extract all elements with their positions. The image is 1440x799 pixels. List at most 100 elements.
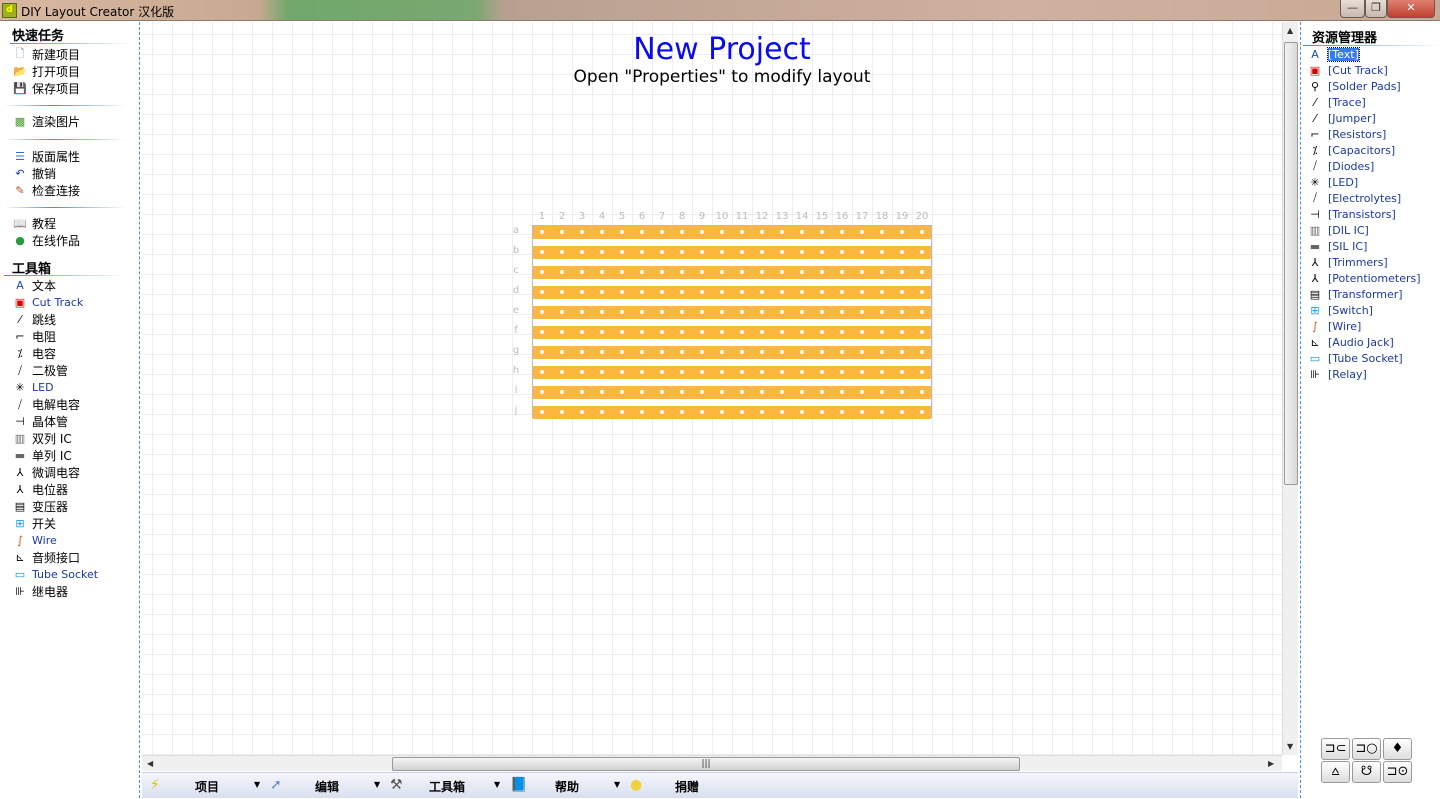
- hole[interactable]: [560, 350, 564, 354]
- hole[interactable]: [920, 270, 924, 274]
- minimize-button[interactable]: —: [1340, 0, 1365, 18]
- hole[interactable]: [600, 250, 604, 254]
- hole[interactable]: [740, 410, 744, 414]
- hole[interactable]: [880, 310, 884, 314]
- hole[interactable]: [700, 350, 704, 354]
- toolbox-item-transistor[interactable]: ⊣ 晶体管: [12, 413, 68, 430]
- hole[interactable]: [640, 410, 644, 414]
- hole[interactable]: [780, 290, 784, 294]
- hole[interactable]: [720, 290, 724, 294]
- hole[interactable]: [560, 310, 564, 314]
- tool-button[interactable]: ⊐⊂: [1321, 738, 1350, 760]
- resource-item-dil-ic[interactable]: ▥ [DIL IC]: [1307, 222, 1369, 238]
- hole[interactable]: [540, 370, 544, 374]
- toolbox-item-potentiometer[interactable]: ⅄ 电位器: [12, 481, 68, 498]
- hole[interactable]: [600, 370, 604, 374]
- hole[interactable]: [680, 390, 684, 394]
- hole[interactable]: [620, 330, 624, 334]
- hole[interactable]: [720, 410, 724, 414]
- hole[interactable]: [860, 310, 864, 314]
- hole[interactable]: [660, 390, 664, 394]
- hole[interactable]: [700, 230, 704, 234]
- hole[interactable]: [660, 230, 664, 234]
- hole[interactable]: [760, 370, 764, 374]
- hole[interactable]: [560, 250, 564, 254]
- hole[interactable]: [600, 330, 604, 334]
- toolbox-item-jumper[interactable]: ⁄ 跳线: [12, 311, 56, 328]
- horizontal-scrollbar[interactable]: ◀ ||| ▶: [142, 755, 1282, 771]
- resource-item-switch[interactable]: ⊞ [Switch]: [1307, 302, 1373, 318]
- hole[interactable]: [760, 270, 764, 274]
- hole[interactable]: [900, 310, 904, 314]
- hole[interactable]: [680, 270, 684, 274]
- hole[interactable]: [680, 410, 684, 414]
- hole[interactable]: [640, 390, 644, 394]
- hole[interactable]: [820, 390, 824, 394]
- resource-item-tube-socket[interactable]: ▭ [Tube Socket]: [1307, 350, 1403, 366]
- toolbar-menu-hammer[interactable]: ⚒ 工具箱 ▼: [382, 773, 502, 799]
- hole[interactable]: [780, 310, 784, 314]
- hole[interactable]: [840, 410, 844, 414]
- hole[interactable]: [800, 410, 804, 414]
- resource-item-trace[interactable]: ⁄ [Trace]: [1307, 94, 1366, 110]
- hole[interactable]: [860, 330, 864, 334]
- hole[interactable]: [880, 390, 884, 394]
- dropdown-arrow-icon[interactable]: ▼: [254, 780, 260, 789]
- hole[interactable]: [840, 390, 844, 394]
- hole[interactable]: [800, 290, 804, 294]
- quick-task-undo[interactable]: ↶ 撤销: [12, 165, 56, 182]
- hole[interactable]: [840, 350, 844, 354]
- hole[interactable]: [760, 290, 764, 294]
- hole[interactable]: [680, 370, 684, 374]
- hole[interactable]: [680, 250, 684, 254]
- horizontal-scroll-thumb[interactable]: |||: [392, 757, 1020, 771]
- hole[interactable]: [560, 290, 564, 294]
- hole[interactable]: [860, 390, 864, 394]
- toolbox-item-text[interactable]: A 文本: [12, 277, 56, 294]
- toolbox-item-trimmer[interactable]: ⅄ 微调电容: [12, 464, 80, 481]
- resource-item-text[interactable]: A [Text]: [1307, 46, 1360, 62]
- hole[interactable]: [620, 230, 624, 234]
- hole[interactable]: [640, 270, 644, 274]
- hole[interactable]: [740, 270, 744, 274]
- hole[interactable]: [700, 250, 704, 254]
- hole[interactable]: [600, 410, 604, 414]
- resource-item-audio-jack[interactable]: ⊾ [Audio Jack]: [1307, 334, 1393, 350]
- hole[interactable]: [620, 350, 624, 354]
- quick-task-render-image[interactable]: ▩ 渲染图片: [12, 113, 80, 130]
- scroll-right-arrow-icon[interactable]: ▶: [1268, 759, 1274, 768]
- hole[interactable]: [560, 330, 564, 334]
- hole[interactable]: [860, 250, 864, 254]
- toolbox-item-led[interactable]: ✳ LED: [12, 379, 53, 396]
- hole[interactable]: [620, 250, 624, 254]
- hole[interactable]: [880, 250, 884, 254]
- hole[interactable]: [580, 290, 584, 294]
- vertical-scrollbar[interactable]: ▲ ▼: [1282, 22, 1298, 755]
- hole[interactable]: [840, 330, 844, 334]
- hole[interactable]: [860, 270, 864, 274]
- resource-item-cut-track[interactable]: ▣ [Cut Track]: [1307, 62, 1388, 78]
- hole[interactable]: [800, 310, 804, 314]
- hole[interactable]: [640, 350, 644, 354]
- hole[interactable]: [900, 410, 904, 414]
- resource-item-trimmer[interactable]: ⅄ [Trimmers]: [1307, 254, 1388, 270]
- hole[interactable]: [560, 270, 564, 274]
- hole[interactable]: [920, 250, 924, 254]
- tool-button[interactable]: ⊐○: [1352, 738, 1381, 760]
- toolbox-item-relay[interactable]: ⊪ 继电器: [12, 583, 68, 600]
- hole[interactable]: [800, 250, 804, 254]
- hole[interactable]: [820, 290, 824, 294]
- hole[interactable]: [600, 270, 604, 274]
- toolbox-item-electrolytic[interactable]: ⧸ 电解电容: [12, 396, 80, 413]
- toolbox-item-capacitor[interactable]: ⁒ 电容: [12, 345, 57, 362]
- toolbar-menu-lightning[interactable]: ⚡ 项目 ▼: [142, 773, 262, 799]
- hole[interactable]: [720, 370, 724, 374]
- hole[interactable]: [880, 330, 884, 334]
- hole[interactable]: [560, 370, 564, 374]
- quick-task-globe[interactable]: ● 在线作品: [12, 232, 80, 249]
- hole[interactable]: [640, 370, 644, 374]
- hole[interactable]: [540, 330, 544, 334]
- hole[interactable]: [660, 330, 664, 334]
- hole[interactable]: [660, 310, 664, 314]
- hole[interactable]: [920, 410, 924, 414]
